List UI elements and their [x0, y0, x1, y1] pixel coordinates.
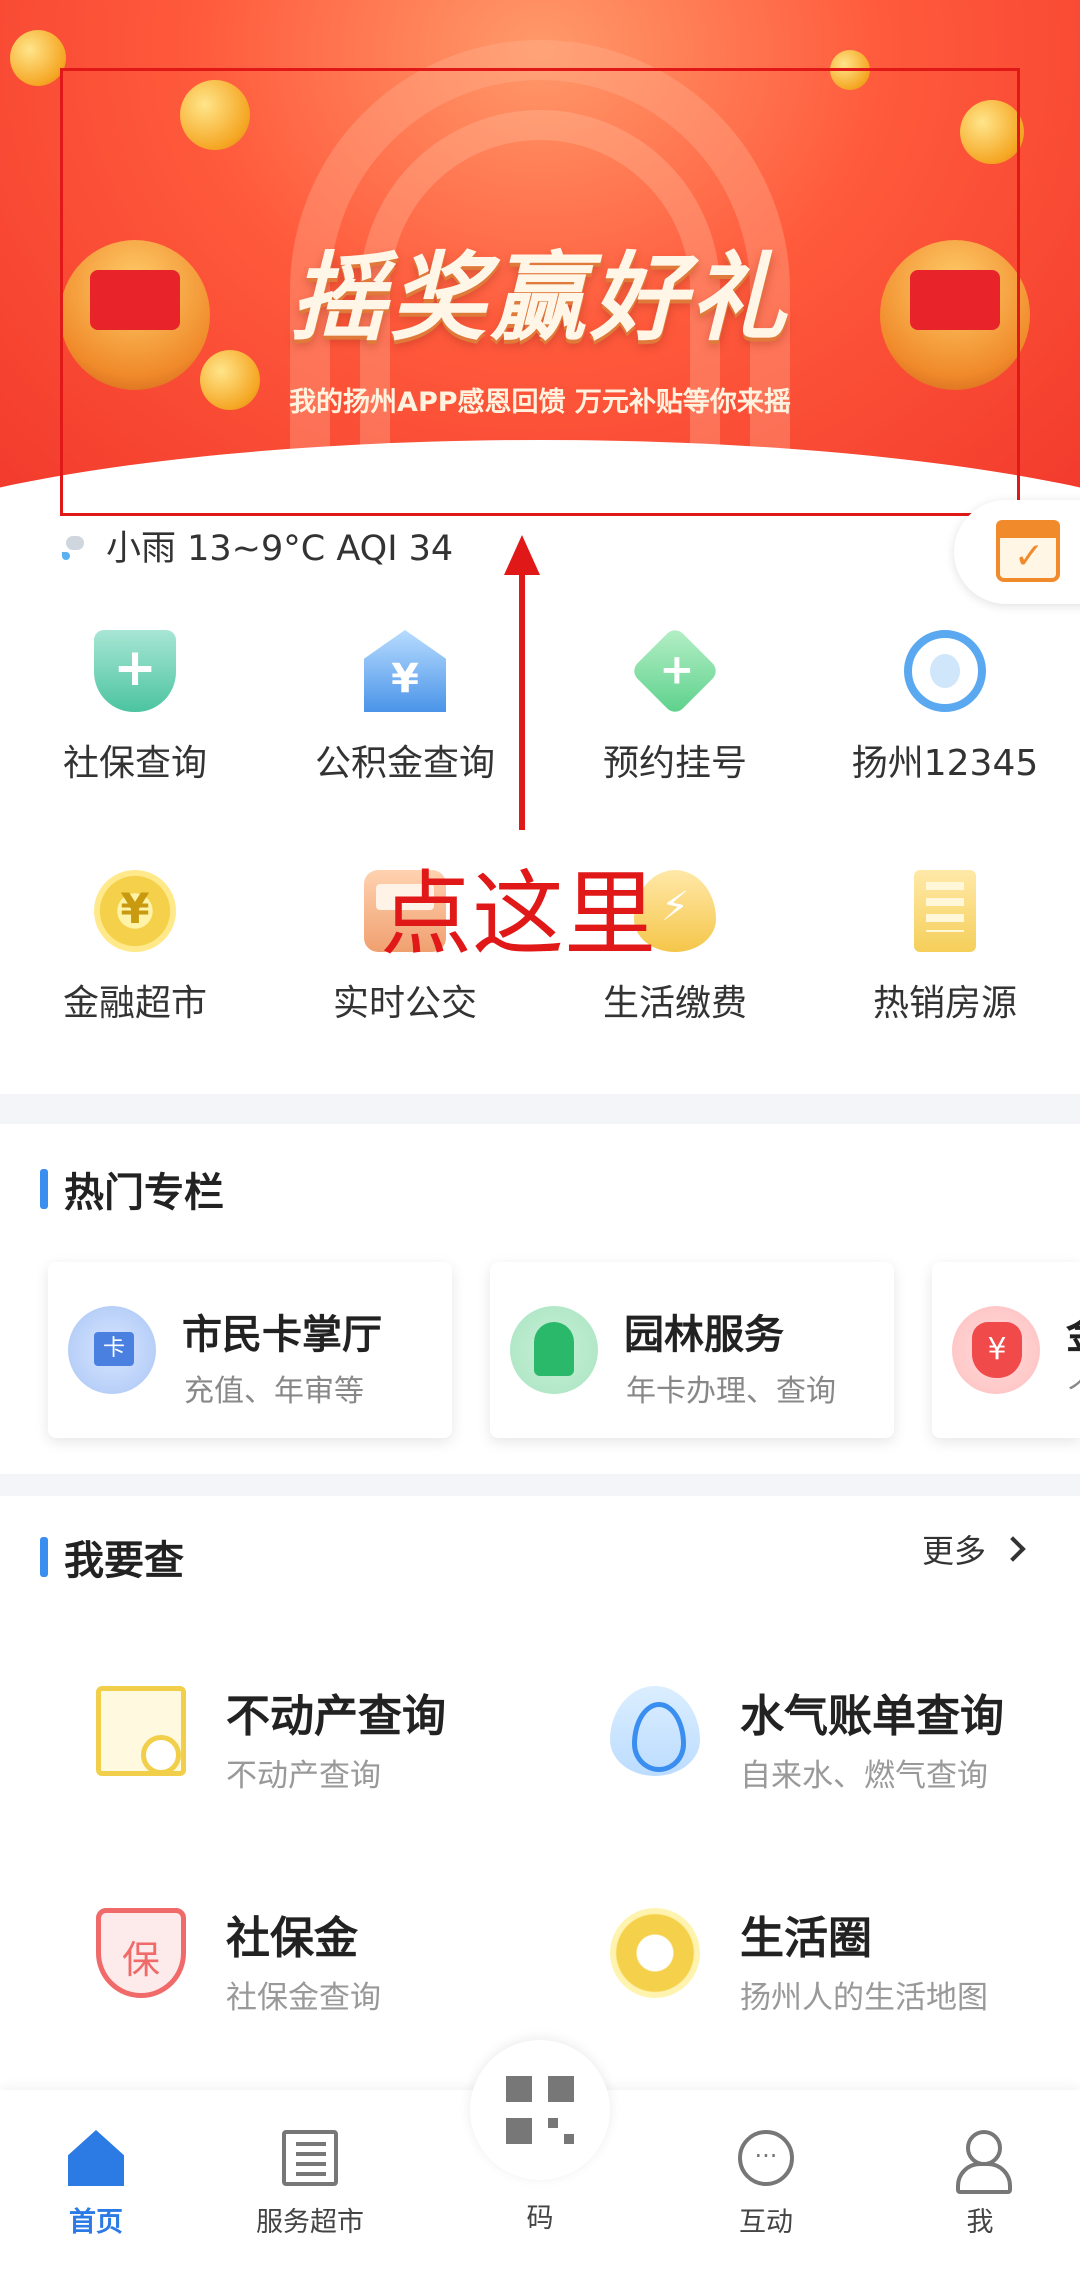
- home-icon: [68, 2130, 124, 2186]
- card-subtitle: 充值、年审等: [184, 1374, 364, 1409]
- service-label: 社保查询: [62, 743, 207, 784]
- section-divider: [0, 1474, 1080, 1496]
- chevron-right-icon: [1000, 1536, 1026, 1562]
- query-subtitle: 不动产查询: [226, 1758, 381, 1794]
- service-label: 扬州12345: [851, 743, 1039, 784]
- weather-bar[interactable]: 小雨 13~9°C AQI 34: [56, 520, 453, 571]
- life-circle-icon: [610, 1908, 700, 1998]
- service-label: 热销房源: [872, 983, 1017, 1024]
- flame-icon: [610, 1686, 700, 1776]
- nav-label: 互动: [739, 2207, 793, 2238]
- annotation-text: 点这里: [380, 861, 657, 968]
- query-item-property[interactable]: 不动产查询 不动产查询: [0, 1652, 540, 1832]
- nav-label: 我: [966, 2207, 994, 2238]
- service-label: 金融超市: [62, 983, 207, 1024]
- calendar-icon: [996, 520, 1060, 582]
- query-subtitle: 自来水、燃气查询: [740, 1758, 988, 1794]
- query-item-utility-bill[interactable]: 水气账单查询 自来水、燃气查询: [540, 1652, 1080, 1832]
- qr-code-button[interactable]: [470, 2040, 610, 2180]
- card-title: 市民卡掌厅: [182, 1312, 382, 1358]
- service-appointment[interactable]: 预约挂号: [540, 625, 810, 786]
- more-link[interactable]: 更多: [922, 1526, 1026, 1572]
- annotation-highlight-box: [60, 68, 1020, 516]
- user-icon: [952, 2130, 1012, 2194]
- nav-home[interactable]: 首页: [6, 2130, 186, 2239]
- service-label: 公积金查询: [314, 743, 495, 784]
- card-subtitle: 个: [1068, 1366, 1080, 1410]
- service-finance[interactable]: 金融超市: [0, 870, 270, 1026]
- house-yen-icon: [364, 630, 446, 712]
- building-icon: [914, 870, 976, 952]
- service-housing-fund[interactable]: 公积金查询: [270, 630, 540, 786]
- yen-coin-icon: [94, 870, 176, 952]
- query-subtitle: 社保金查询: [226, 1980, 381, 2016]
- headset-icon: [904, 630, 986, 712]
- hot-section-title: 热门专栏: [40, 1160, 224, 1218]
- more-label: 更多: [922, 1532, 987, 1570]
- query-item-social-fund[interactable]: 社保金 社保金查询: [0, 1874, 540, 2054]
- nav-label: 首页: [69, 2207, 123, 2238]
- service-hotline[interactable]: 扬州12345: [810, 630, 1080, 786]
- query-title: 社保金: [226, 1913, 358, 1964]
- weather-text: 小雨 13~9°C AQI 34: [106, 529, 454, 569]
- insurance-shield-icon: [96, 1908, 186, 1998]
- section-divider: [0, 1094, 1080, 1124]
- nav-interaction[interactable]: 互动: [676, 2130, 856, 2239]
- hot-card-finance[interactable]: 金 个: [932, 1262, 1080, 1438]
- service-label: 预约挂号: [602, 743, 747, 784]
- nav-me[interactable]: 我: [890, 2130, 1070, 2239]
- coin-icon: [10, 30, 66, 86]
- card-subtitle: 年卡办理、查询: [626, 1374, 836, 1409]
- citizen-card-icon: [68, 1306, 156, 1394]
- shield-plus-icon: [94, 630, 176, 712]
- query-section-title: 我要查: [40, 1528, 184, 1586]
- query-item-life-circle[interactable]: 生活圈 扬州人的生活地图: [540, 1874, 1080, 2054]
- money-bag-icon: [952, 1306, 1040, 1394]
- query-subtitle: 扬州人的生活地图: [740, 1980, 988, 2016]
- query-title: 水气账单查询: [740, 1691, 1004, 1742]
- service-social-insurance[interactable]: 社保查询: [0, 630, 270, 786]
- nav-label-code: 码: [526, 2203, 554, 2234]
- property-search-icon: [96, 1686, 186, 1776]
- title-accent-bar: [40, 1537, 48, 1577]
- service-housing-listings[interactable]: 热销房源: [810, 870, 1080, 1026]
- query-title: 不动产查询: [226, 1691, 446, 1742]
- section-title-text: 我要查: [64, 1538, 184, 1584]
- tree-icon: [510, 1306, 598, 1394]
- hot-card-garden-service[interactable]: 园林服务 年卡办理、查询: [490, 1262, 894, 1438]
- annotation-arrow-line: [519, 560, 525, 830]
- title-accent-bar: [40, 1169, 48, 1209]
- card-title: 园林服务: [624, 1312, 784, 1358]
- service-label: 实时公交: [332, 983, 477, 1024]
- service-label: 生活缴费: [602, 983, 747, 1024]
- building-icon: [282, 2130, 338, 2186]
- medical-clock-icon: [629, 625, 721, 717]
- chat-icon: [738, 2130, 794, 2186]
- light-rain-icon: [56, 530, 88, 562]
- nav-label: 服务超市: [256, 2207, 364, 2238]
- hot-card-citizen-card[interactable]: 市民卡掌厅 充值、年审等: [48, 1262, 452, 1438]
- section-title-text: 热门专栏: [64, 1170, 224, 1216]
- card-title: 金: [1066, 1302, 1080, 1360]
- calendar-checkin-button[interactable]: [954, 500, 1080, 604]
- qr-code-icon: [506, 2076, 574, 2144]
- query-title: 生活圈: [740, 1913, 872, 1964]
- nav-service-market[interactable]: 服务超市: [220, 2130, 400, 2239]
